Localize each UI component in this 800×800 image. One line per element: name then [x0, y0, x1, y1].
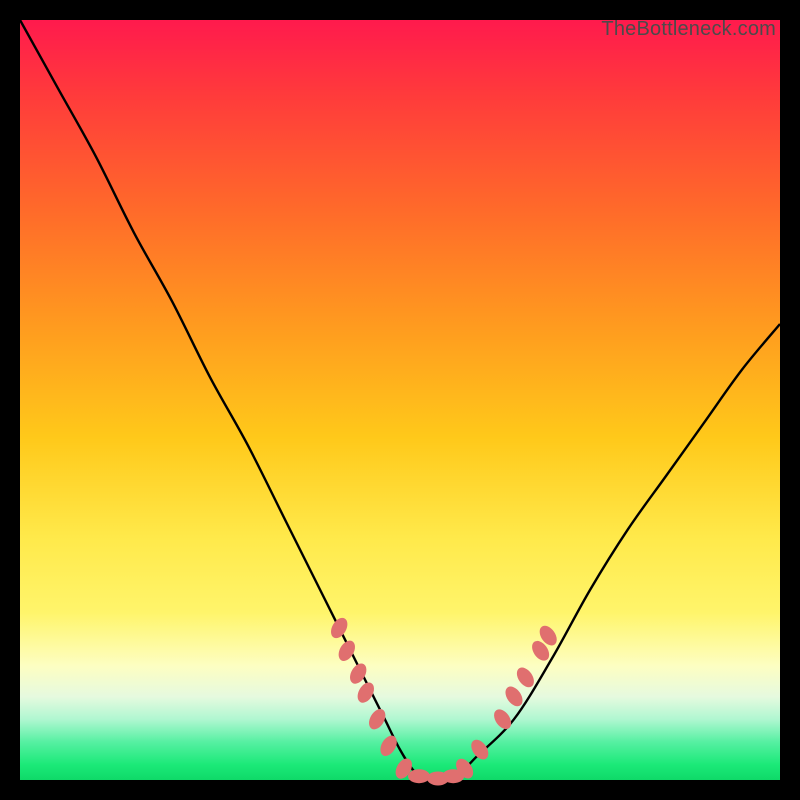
- bottleneck-curve: [20, 20, 780, 781]
- curve-marker: [408, 769, 430, 783]
- chart-svg: [20, 20, 780, 780]
- curve-marker: [328, 615, 351, 641]
- curve-marker: [354, 680, 377, 706]
- curve-markers: [328, 615, 561, 786]
- chart-frame: TheBottleneck.com: [20, 20, 780, 780]
- watermark-text: TheBottleneck.com: [601, 18, 776, 41]
- curve-marker: [491, 706, 515, 732]
- curve-marker: [513, 664, 537, 690]
- curve-marker: [468, 737, 492, 763]
